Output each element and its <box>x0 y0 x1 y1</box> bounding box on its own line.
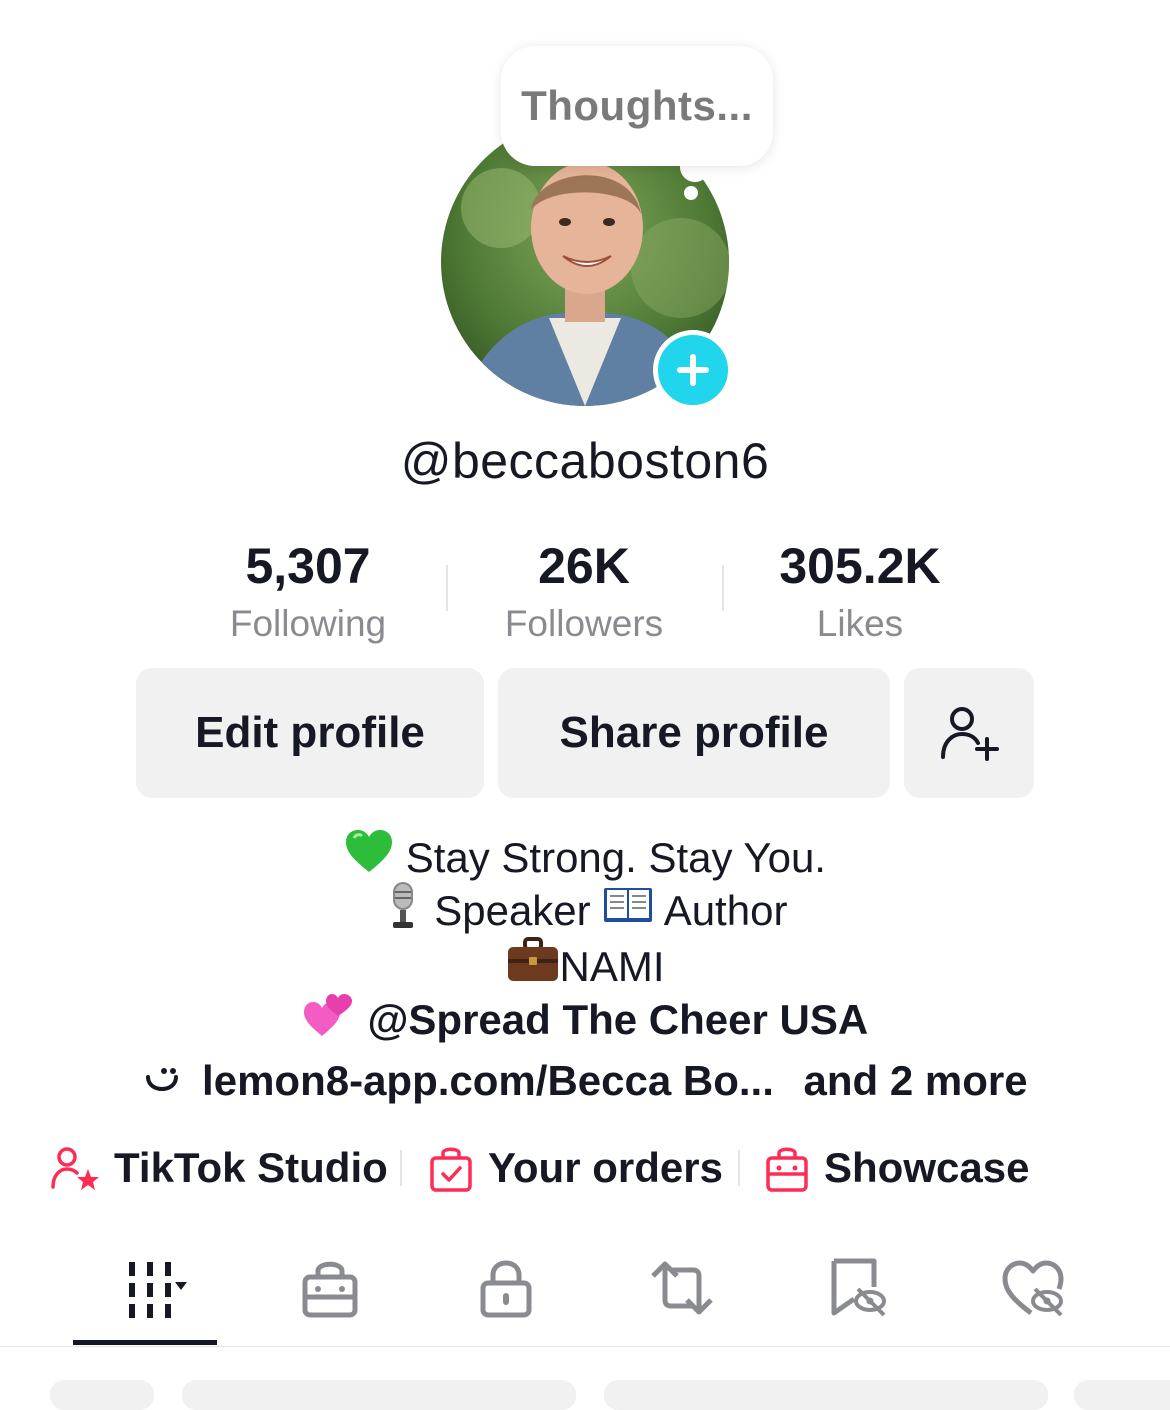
bio-line: Speaker Author <box>0 881 1170 940</box>
link-smile-icon <box>146 1067 179 1091</box>
stat-likes[interactable]: 305.2K Likes <box>730 534 990 648</box>
bio-line: Stay Strong. Stay You. <box>0 830 1170 885</box>
stat-followers[interactable]: 26K Followers <box>454 534 714 648</box>
bubble-dot <box>684 186 698 200</box>
bio: Stay Strong. Stay You. Speaker Author NA… <box>0 830 1170 1049</box>
following-label: Following <box>229 603 387 644</box>
stat-divider <box>722 565 724 611</box>
shop-icon <box>302 1261 358 1318</box>
bio-mention[interactable]: @Spread The Cheer USA <box>367 996 868 1043</box>
stat-divider <box>446 565 448 611</box>
video-thumbnail[interactable] <box>182 1380 576 1410</box>
likes-count: 305.2K <box>779 538 941 594</box>
shop-bag-icon <box>766 1147 808 1192</box>
liked-hidden-icon <box>1002 1260 1064 1317</box>
briefcase-icon <box>506 937 560 994</box>
shortcut-label: TikTok Studio <box>114 1144 388 1191</box>
lock-icon <box>480 1260 532 1318</box>
favorites-hidden-icon <box>831 1258 886 1317</box>
followers-count: 26K <box>538 538 630 594</box>
shopping-bag-check-icon <box>430 1147 472 1192</box>
likes-label: Likes <box>816 603 904 644</box>
your-orders-shortcut[interactable]: Your orders <box>428 1138 723 1198</box>
bio-link-url[interactable]: lemon8-app.com/Becca Bo... <box>202 1057 774 1104</box>
bio-author: Author <box>663 887 788 935</box>
shortcut-divider <box>738 1150 740 1186</box>
grid-videos-icon <box>129 1262 187 1318</box>
following-count: 5,307 <box>245 538 371 594</box>
share-profile-button[interactable]: Share profile <box>498 668 890 798</box>
tab-reposts[interactable] <box>622 1250 742 1326</box>
add-friend-button[interactable] <box>904 668 1034 798</box>
bio-speaker: Speaker <box>434 887 591 935</box>
tab-liked[interactable] <box>974 1250 1094 1326</box>
video-thumbnail[interactable] <box>1074 1380 1170 1410</box>
thoughts-placeholder: Thoughts... <box>521 82 753 129</box>
video-thumbnail[interactable] <box>50 1380 154 1410</box>
tiktok-studio-shortcut[interactable]: TikTok Studio <box>50 1138 388 1198</box>
tab-shop[interactable] <box>270 1250 390 1326</box>
thoughts-bubble[interactable]: Thoughts... <box>501 46 773 166</box>
repost-icon <box>651 1261 713 1315</box>
edit-profile-button[interactable]: Edit profile <box>136 668 484 798</box>
tab-favorites[interactable] <box>798 1250 918 1326</box>
bio-text: Stay Strong. Stay You. <box>405 834 826 881</box>
followers-label: Followers <box>504 603 664 644</box>
tab-private[interactable] <box>446 1250 566 1326</box>
bio-line: NAMI <box>0 937 1170 994</box>
tab-bar-divider <box>0 1346 1170 1347</box>
stat-following[interactable]: 5,307 Following <box>178 534 438 648</box>
showcase-shortcut[interactable]: Showcase <box>764 1138 1029 1198</box>
add-story-button[interactable] <box>653 330 733 410</box>
shortcut-label: Showcase <box>824 1144 1030 1191</box>
bio-nami: NAMI <box>559 942 665 990</box>
video-thumbnail[interactable] <box>604 1380 1048 1410</box>
open-book-icon <box>602 884 654 937</box>
person-add-icon <box>941 707 999 761</box>
shortcut-divider <box>400 1150 402 1186</box>
creator-star-icon <box>51 1147 99 1190</box>
two-hearts-icon <box>302 990 356 1049</box>
tab-videos[interactable] <box>73 1250 217 1326</box>
microphone-icon <box>383 880 423 941</box>
plus-icon <box>677 354 709 386</box>
active-tab-indicator <box>73 1340 217 1345</box>
bio-line: @Spread The Cheer USA <box>0 993 1170 1048</box>
username: @beccaboston6 <box>400 433 770 489</box>
shortcut-label: Your orders <box>488 1144 723 1191</box>
bio-link-more[interactable]: and 2 more <box>804 1057 1028 1104</box>
green-heart-icon <box>344 828 394 885</box>
bio-link-row[interactable]: lemon8-app.com/Becca Bo... and 2 more <box>0 1054 1170 1105</box>
